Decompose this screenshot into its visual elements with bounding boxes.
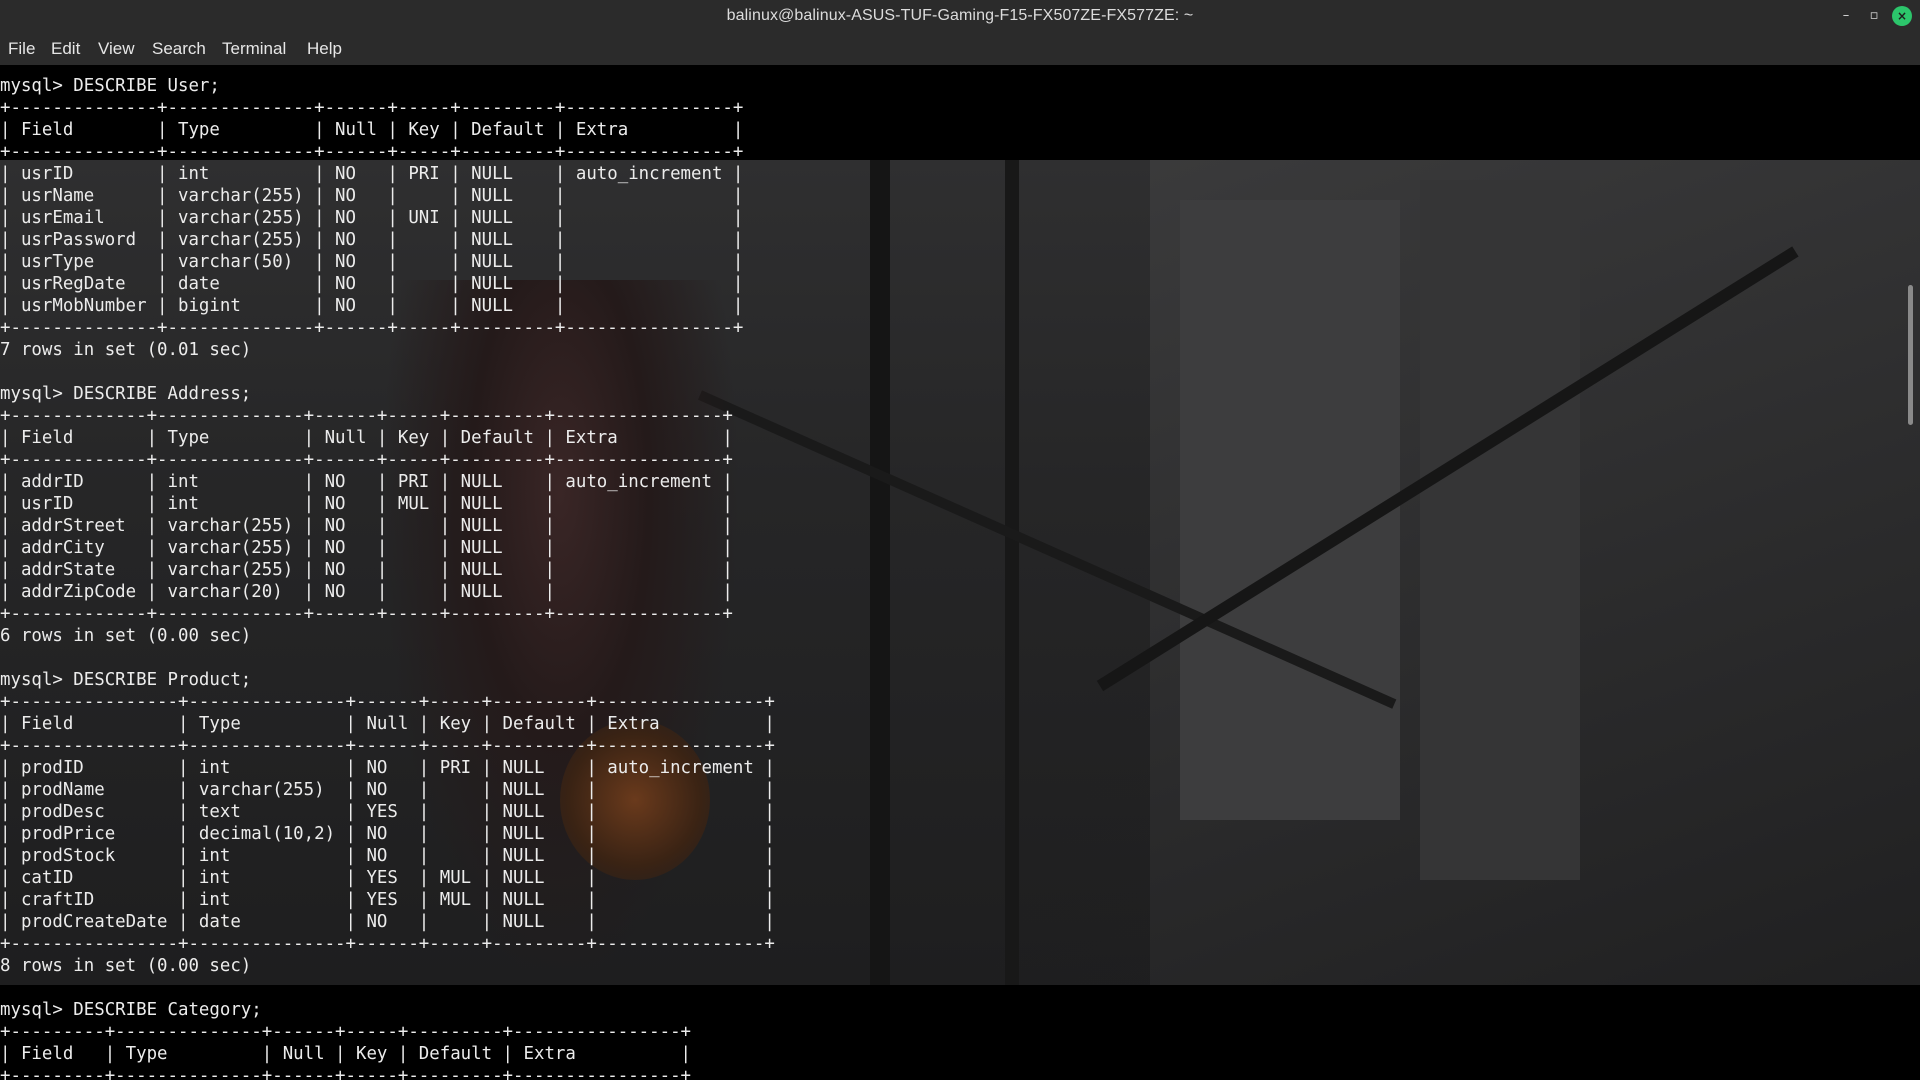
terminal-line: 8 rows in set (0.00 sec)	[0, 956, 252, 976]
terminal-line: | usrRegDate | date | NO | | NULL | |	[0, 274, 744, 294]
terminal-line: +--------------+--------------+------+--…	[0, 142, 744, 162]
terminal-line: +---------+--------------+------+-----+-…	[0, 1066, 692, 1080]
terminal-line: +----------------+---------------+------…	[0, 736, 775, 756]
terminal-line: | usrEmail | varchar(255) | NO | UNI | N…	[0, 208, 744, 228]
terminal-line: | usrMobNumber | bigint | NO | | NULL | …	[0, 296, 744, 316]
wallpaper-wall-panel	[1180, 200, 1400, 820]
close-icon[interactable]: ×	[1892, 6, 1912, 26]
terminal-line: | addrState | varchar(255) | NO | | NULL…	[0, 560, 733, 580]
wallpaper-pillar	[870, 160, 890, 985]
terminal-line: +----------------+---------------+------…	[0, 692, 775, 712]
terminal-line: +-------------+--------------+------+---…	[0, 450, 733, 470]
terminal-line: | usrType | varchar(50) | NO | | NULL | …	[0, 252, 744, 272]
terminal-line: 7 rows in set (0.01 sec)	[0, 340, 252, 360]
terminal-line: | Field | Type | Null | Key | Default | …	[0, 428, 733, 448]
menu-edit[interactable]: Edit	[51, 39, 80, 59]
terminal-line: | addrID | int | NO | PRI | NULL | auto_…	[0, 472, 733, 492]
terminal-line: | prodStock | int | NO | | NULL | |	[0, 846, 775, 866]
terminal-line: | prodDesc | text | YES | | NULL | |	[0, 802, 775, 822]
terminal-output: mysql> DESCRIBE User; +--------------+---…	[0, 75, 775, 1080]
terminal-line: | catID | int | YES | MUL | NULL | |	[0, 868, 775, 888]
terminal-area[interactable]: mysql> DESCRIBE User; +--------------+---…	[0, 65, 1920, 1080]
terminal-line: | prodName | varchar(255) | NO | | NULL …	[0, 780, 775, 800]
menu-file[interactable]: File	[8, 39, 35, 59]
terminal-line: +-------------+--------------+------+---…	[0, 406, 733, 426]
menu-help[interactable]: Help	[307, 39, 342, 59]
terminal-line: mysql> DESCRIBE Category;	[0, 1000, 262, 1020]
minimize-icon[interactable]: –	[1836, 6, 1856, 26]
menu-bar: File Edit View Search Terminal Help	[0, 32, 1920, 65]
terminal-line: +----------------+---------------+------…	[0, 934, 775, 954]
window-title: balinux@balinux-ASUS-TUF-Gaming-F15-FX50…	[726, 7, 1194, 24]
terminal-line: mysql> DESCRIBE Product;	[0, 670, 252, 690]
terminal-line: +--------------+--------------+------+--…	[0, 318, 744, 338]
wallpaper-wall-panel	[1420, 180, 1580, 880]
terminal-line: | addrZipCode | varchar(20) | NO | | NUL…	[0, 582, 733, 602]
terminal-line: +---------+--------------+------+-----+-…	[0, 1022, 692, 1042]
terminal-line: | addrCity | varchar(255) | NO | | NULL …	[0, 538, 733, 558]
terminal-line: mysql> DESCRIBE User;	[0, 76, 220, 96]
terminal-line: | Field | Type | Null | Key | Default | …	[0, 1044, 692, 1064]
terminal-line: | usrID | int | NO | PRI | NULL | auto_i…	[0, 164, 744, 184]
terminal-line: | prodID | int | NO | PRI | NULL | auto_…	[0, 758, 775, 778]
scrollbar-thumb[interactable]	[1908, 285, 1913, 425]
terminal-line: +--------------+--------------+------+--…	[0, 98, 744, 118]
terminal-line: | addrStreet | varchar(255) | NO | | NUL…	[0, 516, 733, 536]
terminal-line: mysql> DESCRIBE Address;	[0, 384, 252, 404]
maximize-icon[interactable]: ▫	[1864, 6, 1884, 26]
terminal-line: | craftID | int | YES | MUL | NULL | |	[0, 890, 775, 910]
terminal-window: balinux@balinux-ASUS-TUF-Gaming-F15-FX50…	[0, 0, 1920, 1080]
terminal-line: 6 rows in set (0.00 sec)	[0, 626, 252, 646]
menu-view[interactable]: View	[98, 39, 135, 59]
menu-search[interactable]: Search	[152, 39, 206, 59]
terminal-line: | Field | Type | Null | Key | Default | …	[0, 120, 744, 140]
terminal-line: | prodCreateDate | date | NO | | NULL | …	[0, 912, 775, 932]
terminal-line: +-------------+--------------+------+---…	[0, 604, 733, 624]
terminal-line: | Field | Type | Null | Key | Default | …	[0, 714, 775, 734]
terminal-line: | usrName | varchar(255) | NO | | NULL |…	[0, 186, 744, 206]
terminal-line: | prodPrice | decimal(10,2) | NO | | NUL…	[0, 824, 775, 844]
menu-terminal[interactable]: Terminal	[222, 39, 286, 59]
title-bar[interactable]: balinux@balinux-ASUS-TUF-Gaming-F15-FX50…	[0, 0, 1920, 32]
terminal-line: | usrPassword | varchar(255) | NO | | NU…	[0, 230, 744, 250]
wallpaper-pillar	[1005, 160, 1019, 985]
terminal-line: | usrID | int | NO | MUL | NULL | |	[0, 494, 733, 514]
